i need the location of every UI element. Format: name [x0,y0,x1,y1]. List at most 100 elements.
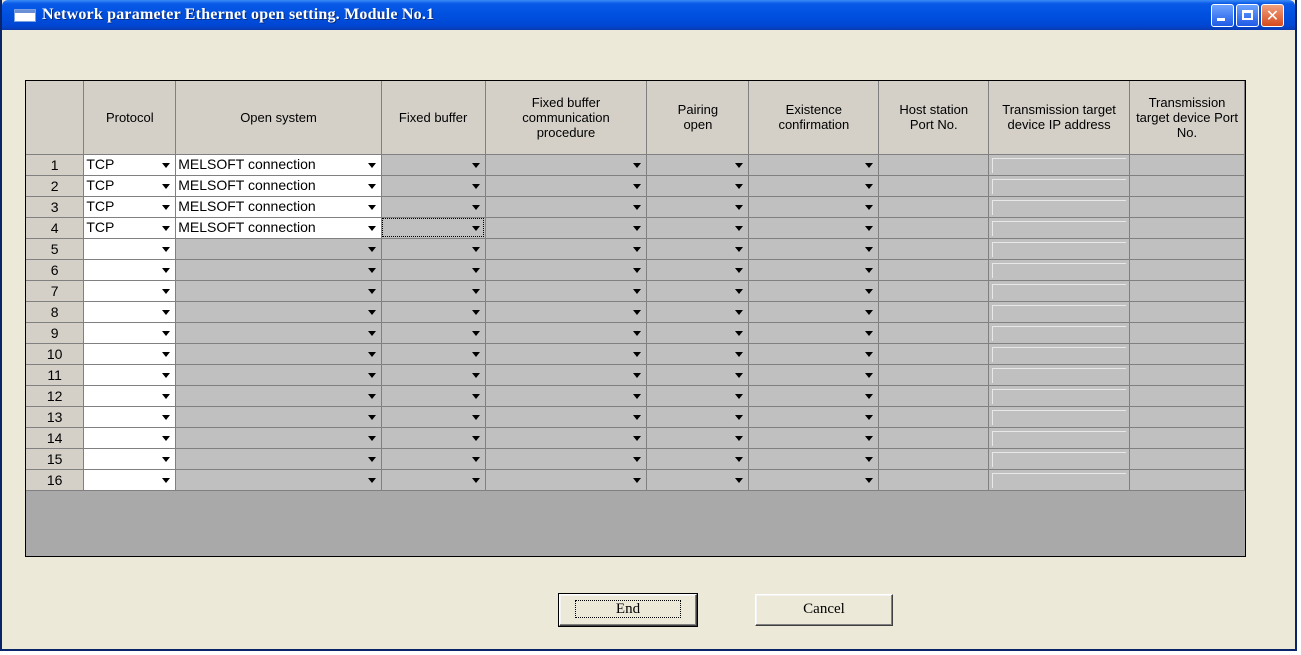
pairing-open-select[interactable] [646,154,750,176]
protocol-select[interactable]: TCP [83,217,177,239]
target-port-field[interactable] [1129,196,1245,218]
pairing-open-select[interactable] [646,364,750,386]
protocol-select[interactable] [83,448,177,470]
protocol-select[interactable] [83,385,177,407]
open-system-select[interactable]: MELSOFT connection [175,175,382,197]
chevron-down-icon[interactable] [470,432,483,445]
chevron-down-icon[interactable] [366,453,379,466]
chevron-down-icon[interactable] [366,411,379,424]
chevron-down-icon[interactable] [470,201,483,214]
chevron-down-icon[interactable] [863,159,876,172]
chevron-down-icon[interactable] [631,390,644,403]
chevron-down-icon[interactable] [366,306,379,319]
cancel-button[interactable]: Cancel [755,594,893,626]
chevron-down-icon[interactable] [631,180,644,193]
pairing-open-select[interactable] [646,196,750,218]
existence-confirmation-select[interactable] [748,385,880,407]
chevron-down-icon[interactable] [733,306,746,319]
target-ip-field[interactable] [988,175,1131,197]
chevron-down-icon[interactable] [366,201,379,214]
ip-address-box[interactable] [992,325,1127,341]
chevron-down-icon[interactable] [863,474,876,487]
host-station-port-field[interactable] [878,238,990,260]
protocol-select[interactable] [83,238,177,260]
target-port-field[interactable] [1129,469,1245,491]
fixed-buffer-select[interactable] [381,301,486,323]
open-system-select[interactable] [175,406,382,428]
chevron-down-icon[interactable] [863,306,876,319]
chevron-down-icon[interactable] [631,453,644,466]
fixed-buffer-procedure-select[interactable] [485,343,648,365]
ip-address-box[interactable] [992,241,1127,257]
open-system-select[interactable] [175,448,382,470]
pairing-open-select[interactable] [646,322,750,344]
target-port-field[interactable] [1129,154,1245,176]
open-system-select[interactable] [175,238,382,260]
chevron-down-icon[interactable] [160,201,173,214]
pairing-open-select[interactable] [646,343,750,365]
chevron-down-icon[interactable] [631,411,644,424]
target-port-field[interactable] [1129,301,1245,323]
chevron-down-icon[interactable] [733,180,746,193]
chevron-down-icon[interactable] [366,327,379,340]
host-station-port-field[interactable] [878,406,990,428]
fixed-buffer-procedure-select[interactable] [485,154,648,176]
fixed-buffer-select[interactable] [381,280,486,302]
open-system-select[interactable] [175,259,382,281]
minimize-icon[interactable] [1211,4,1234,27]
chevron-down-icon[interactable] [160,411,173,424]
chevron-down-icon[interactable] [863,432,876,445]
fixed-buffer-procedure-select[interactable] [485,406,648,428]
target-port-field[interactable] [1129,406,1245,428]
target-port-field[interactable] [1129,322,1245,344]
open-system-select[interactable]: MELSOFT connection [175,217,382,239]
open-system-select[interactable] [175,301,382,323]
fixed-buffer-procedure-select[interactable] [485,364,648,386]
existence-confirmation-select[interactable] [748,343,880,365]
fixed-buffer-procedure-select[interactable] [485,238,648,260]
target-port-field[interactable] [1129,427,1245,449]
chevron-down-icon[interactable] [366,243,379,256]
target-ip-field[interactable] [988,343,1131,365]
host-station-port-field[interactable] [878,259,990,281]
existence-confirmation-select[interactable] [748,238,880,260]
chevron-down-icon[interactable] [631,285,644,298]
target-port-field[interactable] [1129,343,1245,365]
open-system-select[interactable] [175,280,382,302]
target-ip-field[interactable] [988,322,1131,344]
chevron-down-icon[interactable] [160,474,173,487]
host-station-port-field[interactable] [878,301,990,323]
chevron-down-icon[interactable] [631,474,644,487]
fixed-buffer-procedure-select[interactable] [485,259,648,281]
chevron-down-icon[interactable] [733,390,746,403]
fixed-buffer-procedure-select[interactable] [485,217,648,239]
ip-address-box[interactable] [992,430,1127,446]
chevron-down-icon[interactable] [631,327,644,340]
chevron-down-icon[interactable] [470,285,483,298]
protocol-select[interactable] [83,469,177,491]
chevron-down-icon[interactable] [631,369,644,382]
ip-address-box[interactable] [992,283,1127,299]
chevron-down-icon[interactable] [733,432,746,445]
chevron-down-icon[interactable] [863,369,876,382]
chevron-down-icon[interactable] [160,285,173,298]
fixed-buffer-select[interactable] [381,259,486,281]
chevron-down-icon[interactable] [470,369,483,382]
host-station-port-field[interactable] [878,217,990,239]
chevron-down-icon[interactable] [366,348,379,361]
target-ip-field[interactable] [988,301,1131,323]
chevron-down-icon[interactable] [863,453,876,466]
pairing-open-select[interactable] [646,448,750,470]
existence-confirmation-select[interactable] [748,301,880,323]
host-station-port-field[interactable] [878,469,990,491]
chevron-down-icon[interactable] [470,264,483,277]
chevron-down-icon[interactable] [631,201,644,214]
fixed-buffer-select[interactable] [381,322,486,344]
chevron-down-icon[interactable] [470,327,483,340]
chevron-down-icon[interactable] [366,180,379,193]
chevron-down-icon[interactable] [733,327,746,340]
open-system-select[interactable]: MELSOFT connection [175,154,382,176]
target-port-field[interactable] [1129,364,1245,386]
chevron-down-icon[interactable] [160,264,173,277]
open-system-select[interactable] [175,364,382,386]
